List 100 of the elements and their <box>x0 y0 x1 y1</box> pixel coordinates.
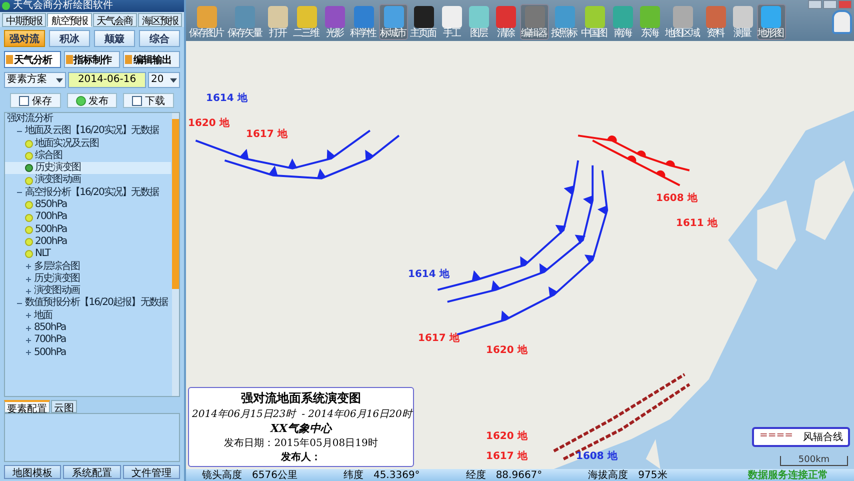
tree-item[interactable]: 700hPa <box>5 211 171 224</box>
tree-item[interactable]: 演变图动画 <box>5 285 171 298</box>
tool-icon <box>268 6 288 28</box>
toolbar-button[interactable]: 图层 <box>466 4 492 40</box>
tool-icon <box>640 6 660 28</box>
plus-icon[interactable] <box>25 263 32 270</box>
bottom-button[interactable]: 文件管理 <box>122 465 180 479</box>
tree-item[interactable]: 地面 <box>5 310 171 322</box>
tool-icon <box>296 6 316 28</box>
tree-item[interactable]: 历史演变图 <box>5 272 171 286</box>
plus-icon[interactable] <box>25 288 32 295</box>
tree-item[interactable]: 地面及云图【16/20实况】无数据 <box>5 125 171 138</box>
tree-item[interactable]: 200hPa <box>5 236 171 248</box>
minimize-button[interactable] <box>808 0 822 9</box>
module-tab[interactable]: 航空预报 <box>47 13 92 27</box>
circle-icon <box>76 96 86 106</box>
function-button[interactable]: 天气分析 <box>4 51 61 68</box>
config-tab[interactable]: 云图 <box>51 400 77 413</box>
function-button[interactable]: 指标制作 <box>64 51 120 68</box>
toolbar-button[interactable]: 中国图 <box>580 4 609 40</box>
tree-item[interactable]: 850hPa <box>5 199 171 212</box>
toolbar-button[interactable]: 手工 <box>439 4 465 40</box>
tool-icon <box>672 6 693 28</box>
status-label: 海拔高度 <box>588 468 628 481</box>
tool-icon <box>325 6 345 28</box>
tool-icon <box>554 6 574 28</box>
toolbar-button[interactable]: 打开 <box>265 4 291 40</box>
dot-icon <box>25 214 33 222</box>
plus-icon[interactable] <box>25 336 32 344</box>
front-label: 1620 地 <box>486 344 528 357</box>
tree-item[interactable]: 高空报分析【16/20实况】无数据 <box>5 186 171 200</box>
toolbar-button[interactable]: 资料 <box>702 4 728 40</box>
tree-item[interactable]: NLT <box>5 248 171 261</box>
status-label: 经度 <box>466 468 486 481</box>
toolbar-button[interactable]: 南海 <box>610 4 636 40</box>
tree-item[interactable]: 综合图 <box>5 150 171 162</box>
legend-symbol: ==== <box>759 430 793 443</box>
issue-date: 发布日期：2015年05月08日19时 <box>223 436 379 450</box>
front-label: 1617 地 <box>246 128 288 141</box>
toolbar-button[interactable]: 标城市 <box>379 4 408 40</box>
maximize-button[interactable] <box>823 0 837 9</box>
function-button[interactable]: 编辑输出 <box>123 51 180 68</box>
toolbar-button[interactable]: 光影 <box>322 4 348 40</box>
category-button[interactable]: 积冰 <box>49 30 90 47</box>
lock-icon[interactable] <box>832 10 852 34</box>
scrollbar-thumb[interactable] <box>172 119 179 289</box>
category-button[interactable]: 综合 <box>139 30 180 47</box>
plus-icon[interactable] <box>25 349 32 356</box>
map-title: 强对流地面系统演变图 <box>240 390 362 407</box>
toolbar-button[interactable]: 清除 <box>493 4 519 40</box>
toolbar-button[interactable]: 保存矢量 <box>226 4 264 40</box>
front-label: 1617 地 <box>418 332 460 345</box>
toolbar-button[interactable]: 二三维 <box>292 4 321 40</box>
tree-item[interactable]: 500hPa <box>5 346 171 359</box>
tree-item[interactable]: 历史演变图 <box>5 162 171 174</box>
category-button[interactable]: 颠簸 <box>94 30 135 47</box>
scheme-dropdown[interactable]: 要素方案 <box>4 72 66 88</box>
category-button[interactable]: 强对流 <box>4 30 45 47</box>
action-button[interactable]: 下载 <box>123 93 174 108</box>
config-tab[interactable]: 要素配置 <box>4 400 50 413</box>
toolbar-button[interactable]: 地图区域 <box>664 4 702 40</box>
plus-icon[interactable] <box>25 276 32 282</box>
hour-dropdown[interactable]: 20 <box>148 72 180 88</box>
front-label: 1617 地 <box>486 450 528 463</box>
dot-icon <box>25 140 33 148</box>
tree-item[interactable]: 演变图动画 <box>5 174 171 187</box>
action-button[interactable]: 保存 <box>10 93 61 108</box>
front-label: 1608 地 <box>656 192 698 205</box>
module-tab[interactable]: 中期预报 <box>2 13 46 27</box>
caret-icon <box>56 78 63 82</box>
action-button[interactable]: 发布 <box>66 93 118 108</box>
date-field[interactable]: 2014-06-16 <box>68 72 146 88</box>
toolbar-button[interactable]: 测量 <box>730 4 756 40</box>
toolbar-button[interactable]: 地形图 <box>756 4 786 40</box>
tool-icon <box>354 6 374 28</box>
plus-icon[interactable] <box>25 324 32 332</box>
module-tab[interactable]: 天气会商 <box>92 13 137 27</box>
status-value: 6576公里 <box>252 469 298 481</box>
bottom-button[interactable]: 地图模板 <box>4 465 62 479</box>
bottom-button[interactable]: 系统配置 <box>63 465 121 479</box>
toolbar-button[interactable]: 东海 <box>637 4 663 40</box>
tree-item[interactable]: 地面实况及云图 <box>5 138 171 150</box>
tree-item[interactable]: 多层综合图 <box>5 260 171 273</box>
tree-item[interactable]: 700hPa <box>5 334 171 347</box>
tree-item[interactable]: 500hPa <box>5 224 171 236</box>
toolbar-button[interactable]: 编辑器 <box>520 4 549 40</box>
plus-icon[interactable] <box>25 312 32 320</box>
toolbar-button[interactable]: 保存图片 <box>188 4 226 40</box>
scrollbar-track[interactable] <box>172 113 179 396</box>
tree-item[interactable]: 850hPa <box>5 322 171 334</box>
tool-icon <box>706 6 726 28</box>
front-label: 1614 地 <box>206 92 248 105</box>
status-value: 45.3369° <box>373 470 420 480</box>
toolbar-button[interactable]: 主页面 <box>409 4 438 40</box>
toolbar-button[interactable]: 按照标 <box>550 4 579 40</box>
toolbar-button[interactable]: 科学性 <box>349 4 378 40</box>
caret-icon <box>170 78 177 82</box>
tree-item[interactable]: 数值预报分析【16/20起报】无数据 <box>5 297 171 310</box>
module-tab[interactable]: 海区预报 <box>138 13 182 27</box>
square-icon <box>132 96 142 106</box>
